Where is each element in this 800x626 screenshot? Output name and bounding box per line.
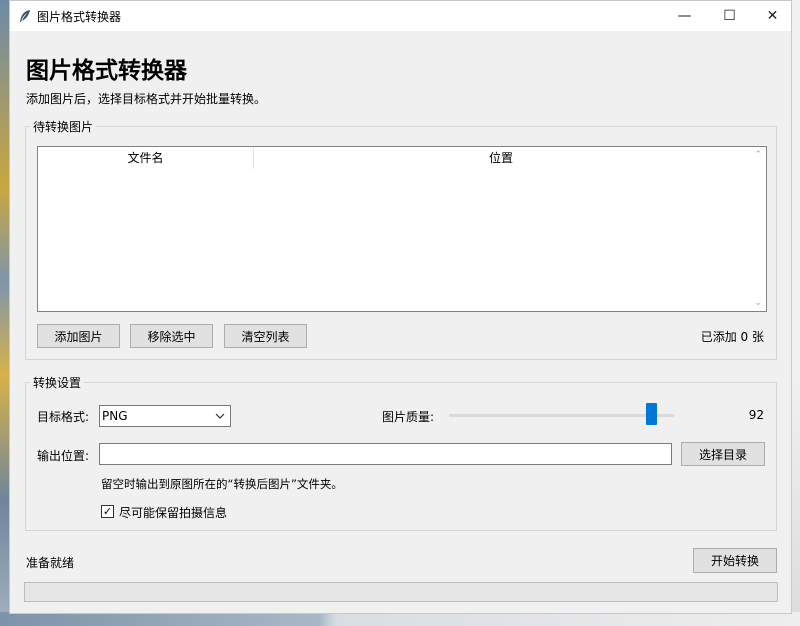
- choose-directory-button[interactable]: 选择目录: [681, 442, 765, 466]
- desktop-background-bottom: [0, 612, 800, 626]
- minimize-icon: —: [677, 8, 692, 24]
- app-window: 图片格式转换器 — ☐ ✕ 图片格式转换器 添加图片后，选择目标格式并开始批量转…: [9, 0, 792, 614]
- quality-value: 92: [748, 408, 764, 422]
- output-path-input[interactable]: [99, 443, 672, 465]
- files-group: 待转换图片 文件名 位置 ⌃ ⌄ 添加图片 移除选中 清空列表 已添加 0 张: [25, 118, 777, 360]
- feather-icon: [20, 10, 30, 22]
- remove-selected-button[interactable]: 移除选中: [130, 324, 213, 348]
- quality-slider-fill: [449, 414, 656, 417]
- close-button[interactable]: ✕: [750, 1, 795, 31]
- format-value: PNG: [102, 409, 128, 423]
- scroll-down-icon[interactable]: ⌄: [754, 298, 762, 308]
- quality-slider-thumb[interactable]: [645, 403, 657, 425]
- close-icon: ✕: [766, 8, 779, 24]
- progress-bar: [24, 582, 778, 602]
- output-label: 输出位置:: [37, 449, 90, 463]
- keep-exif-label[interactable]: 尽可能保留拍摄信息: [119, 504, 227, 521]
- desktop-background-right: [792, 0, 800, 626]
- scroll-up-icon[interactable]: ⌃: [754, 150, 762, 160]
- page-title: 图片格式转换器: [26, 58, 187, 84]
- page-description: 添加图片后，选择目标格式并开始批量转换。: [26, 92, 267, 106]
- minimize-button[interactable]: —: [662, 1, 707, 31]
- maximize-icon: ☐: [723, 8, 736, 24]
- column-header-location[interactable]: 位置: [254, 147, 748, 169]
- check-icon: ✓: [102, 505, 113, 518]
- add-images-button[interactable]: 添加图片: [37, 324, 120, 348]
- status-text: 准备就绪: [26, 556, 75, 570]
- maximize-button[interactable]: ☐: [707, 1, 752, 31]
- files-group-title: 待转换图片: [30, 118, 97, 135]
- start-convert-button[interactable]: 开始转换: [693, 548, 777, 573]
- file-list[interactable]: 文件名 位置 ⌃ ⌄: [37, 146, 767, 312]
- title-bar[interactable]: 图片格式转换器 — ☐ ✕: [10, 1, 791, 31]
- column-header-filename[interactable]: 文件名: [38, 147, 254, 169]
- format-select[interactable]: PNG: [99, 405, 231, 427]
- window-title: 图片格式转换器: [37, 10, 122, 24]
- settings-group: 转换设置 目标格式: PNG 图片质量: 92 输出位置: 选择目录 留空时输出…: [25, 374, 777, 531]
- quality-slider-track[interactable]: [449, 414, 674, 417]
- settings-group-title: 转换设置: [30, 374, 85, 391]
- desktop-background-left: [0, 0, 9, 626]
- quality-label: 图片质量:: [382, 410, 435, 424]
- keep-exif-checkbox[interactable]: ✓: [101, 505, 114, 518]
- format-label: 目标格式:: [37, 410, 90, 424]
- output-hint: 留空时输出到原图所在的“转换后图片”文件夹。: [101, 477, 343, 491]
- clear-list-button[interactable]: 清空列表: [224, 324, 307, 348]
- chevron-down-icon: [215, 413, 225, 419]
- file-count: 已添加 0 张: [700, 330, 764, 344]
